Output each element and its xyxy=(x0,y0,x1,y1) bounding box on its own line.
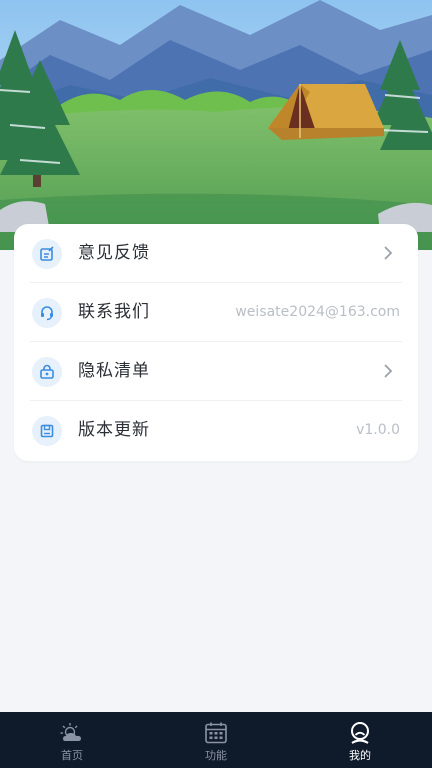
tab-label: 功能 xyxy=(205,749,227,762)
contact-email-value: weisate2024@163.com xyxy=(235,304,400,320)
user-profile-icon xyxy=(351,722,369,744)
menu-item-label: 隐私清单 xyxy=(78,361,150,381)
menu-item-label: 意见反馈 xyxy=(78,243,150,263)
menu-item-privacy[interactable]: 隐私清单 xyxy=(14,342,418,401)
menu-item-contact[interactable]: 联系我们 weisate2024@163.com xyxy=(14,283,418,342)
menu-item-version[interactable]: 版本更新 v1.0.0 xyxy=(14,401,418,460)
chevron-right-icon xyxy=(384,246,393,260)
tab-label: 首页 xyxy=(61,749,83,762)
privacy-lock-icon xyxy=(32,357,62,387)
headset-icon xyxy=(32,298,62,328)
menu-item-feedback[interactable]: 意见反馈 xyxy=(14,224,418,283)
save-disk-icon xyxy=(32,416,62,446)
calendar-icon xyxy=(205,722,227,744)
menu-item-label: 版本更新 xyxy=(78,420,150,440)
tab-functions[interactable]: 功能 xyxy=(144,712,288,768)
weather-cloud-sun-icon xyxy=(60,723,81,741)
version-value: v1.0.0 xyxy=(356,422,400,438)
feedback-edit-icon xyxy=(32,239,62,269)
tab-label: 我的 xyxy=(349,749,371,762)
chevron-right-icon xyxy=(384,364,393,378)
menu-item-label: 联系我们 xyxy=(78,302,150,322)
settings-menu-card: 意见反馈 联系我们 weisate2024@163.com 隐私清单 版本更新 … xyxy=(14,224,418,461)
tab-home[interactable]: 首页 xyxy=(0,712,144,768)
bottom-tab-bar: 首页 功能 我的 xyxy=(0,712,432,768)
hero-banner-illustration xyxy=(0,0,432,250)
tab-mine[interactable]: 我的 xyxy=(288,712,432,768)
